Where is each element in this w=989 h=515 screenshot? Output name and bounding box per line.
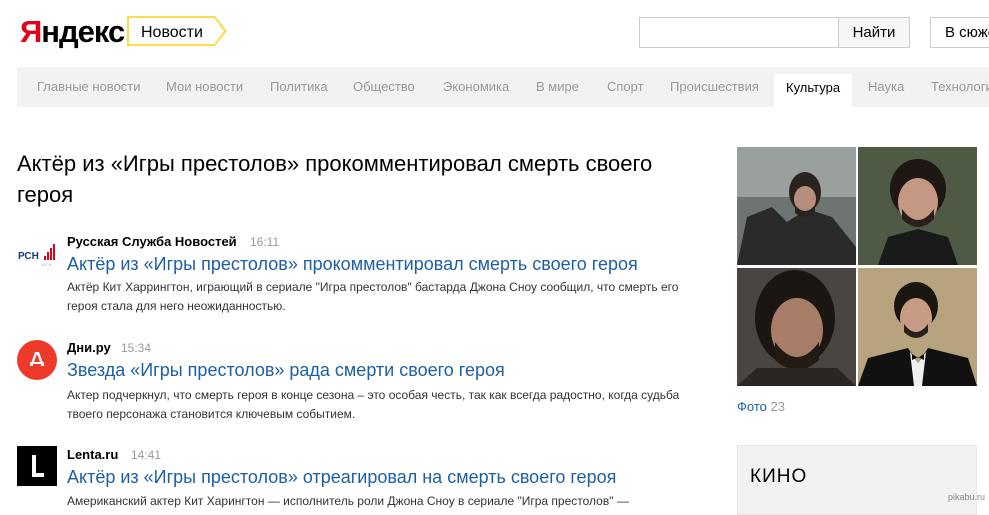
photos-count: 23 xyxy=(770,399,785,414)
logo-rest: ндекс xyxy=(41,14,125,49)
nav-item-science[interactable]: Наука xyxy=(868,67,904,107)
photos-link[interactable]: Фото 23 xyxy=(737,399,785,414)
news-snippet: Актер подчеркнул, что смерть героя в кон… xyxy=(67,388,680,421)
news-snippet: Американский актер Кит Харингтон — испол… xyxy=(67,494,629,508)
rsn-logo-icon[interactable]: РСН 107.0 xyxy=(17,235,57,275)
nav-item-culture[interactable]: Культура xyxy=(774,74,853,107)
news-time: 14:41 xyxy=(131,448,162,462)
photos-label: Фото xyxy=(737,399,767,414)
news-time: 15:34 xyxy=(121,341,152,355)
news-source-name[interactable]: Дни.ру xyxy=(67,340,111,355)
search-input[interactable] xyxy=(639,17,838,48)
nav-item-economy[interactable]: Экономика xyxy=(443,67,509,107)
nav-item-world[interactable]: В мире xyxy=(536,67,579,107)
nav-item-society[interactable]: Общество xyxy=(353,67,415,107)
logo-first-letter: Я xyxy=(20,14,42,49)
category-nav: Главные новости Мои новости Политика Общ… xyxy=(17,67,989,107)
news-snippet: Актёр Кит Харрингтон, играющий в сериале… xyxy=(67,280,679,313)
photo-thumbnail[interactable] xyxy=(737,147,856,265)
news-source-name[interactable]: Русская Служба Новостей xyxy=(67,234,237,249)
news-time: 16:11 xyxy=(250,235,280,249)
news-source-name[interactable]: Lenta.ru xyxy=(67,447,118,462)
photo-thumbnail[interactable] xyxy=(858,268,977,386)
service-tag-news[interactable]: Новости xyxy=(127,16,227,46)
lenta-logo-icon[interactable] xyxy=(17,446,57,486)
news-headline-link[interactable]: Актёр из «Игры престолов» отреагировал н… xyxy=(67,467,616,488)
watermark: pikabu.ru xyxy=(947,492,985,502)
nav-item-sport[interactable]: Спорт xyxy=(607,67,644,107)
news-headline-link[interactable]: Актёр из «Игры престолов» прокомментиров… xyxy=(67,254,638,275)
search-button[interactable]: Найти xyxy=(838,17,910,48)
photo-thumbnail[interactable] xyxy=(737,268,856,386)
nav-item-technology[interactable]: Технологии xyxy=(931,67,989,107)
story-search-button[interactable]: В сюжет xyxy=(930,17,989,48)
svg-text:107.0: 107.0 xyxy=(41,262,52,267)
nav-item-main[interactable]: Главные новости xyxy=(37,67,141,107)
dni-logo-icon[interactable] xyxy=(17,340,57,380)
kino-widget-title: КИНО xyxy=(750,466,808,487)
yandex-logo[interactable]: Яндекс xyxy=(20,14,125,50)
news-headline-link[interactable]: Звезда «Игры престолов» рада смерти свое… xyxy=(67,360,505,381)
page-title: Актёр из «Игры престолов» прокомментиров… xyxy=(17,151,653,207)
service-tag-label: Новости xyxy=(141,24,203,41)
nav-item-my[interactable]: Мои новости xyxy=(166,67,243,107)
nav-item-incidents[interactable]: Происшествия xyxy=(670,67,759,107)
nav-item-politics[interactable]: Политика xyxy=(270,67,328,107)
photo-thumbnail[interactable] xyxy=(858,147,977,265)
svg-text:РСН: РСН xyxy=(18,251,39,262)
